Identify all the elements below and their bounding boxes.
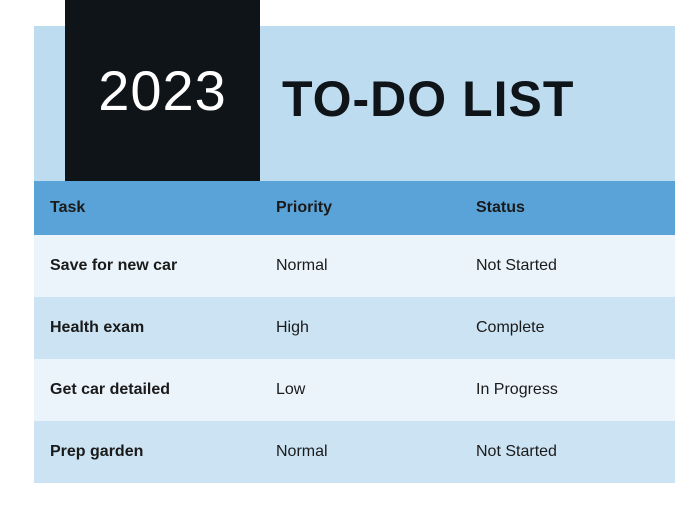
table-row: Get car detailed Low In Progress <box>34 359 675 421</box>
cell-priority: Normal <box>260 443 460 461</box>
cell-status: Complete <box>460 319 675 337</box>
table-header-row: Task Priority Status <box>34 181 675 235</box>
col-priority: Priority <box>260 199 460 217</box>
col-status: Status <box>460 199 675 217</box>
col-task: Task <box>34 199 260 217</box>
cell-priority: Normal <box>260 257 460 275</box>
cell-task: Save for new car <box>34 257 260 275</box>
cell-priority: High <box>260 319 460 337</box>
cell-status: In Progress <box>460 381 675 399</box>
cell-task: Prep garden <box>34 443 260 461</box>
page-title: TO-DO LIST <box>282 70 574 128</box>
year-block: 2023 <box>65 0 260 181</box>
cell-status: Not Started <box>460 443 675 461</box>
cell-task: Health exam <box>34 319 260 337</box>
table-row: Health exam High Complete <box>34 297 675 359</box>
year-text: 2023 <box>98 58 227 123</box>
cell-status: Not Started <box>460 257 675 275</box>
table-row: Save for new car Normal Not Started <box>34 235 675 297</box>
table-row: Prep garden Normal Not Started <box>34 421 675 483</box>
todo-table: Task Priority Status Save for new car No… <box>34 181 675 483</box>
cell-priority: Low <box>260 381 460 399</box>
cell-task: Get car detailed <box>34 381 260 399</box>
